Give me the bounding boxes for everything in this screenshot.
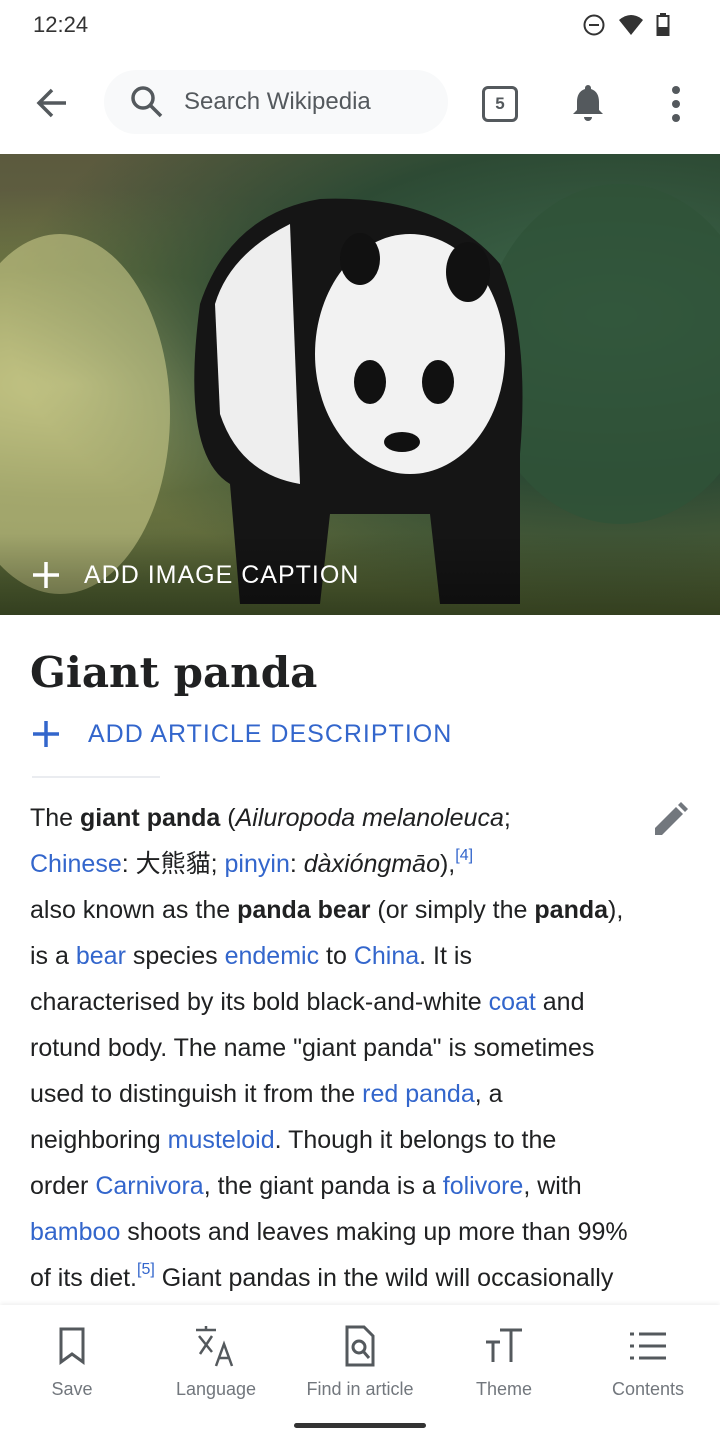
article-link[interactable]: red panda [362,1080,475,1108]
add-article-description-label: ADD ARTICLE DESCRIPTION [88,719,453,748]
save-button[interactable]: Save [0,1323,144,1400]
plus-icon [33,562,59,588]
article-link[interactable]: Chinese [30,850,122,878]
theme-button[interactable]: Theme [432,1323,576,1400]
search-placeholder: Search Wikipedia [184,88,371,115]
article-text: of its diet. [30,1264,137,1292]
article-text: ), [439,850,456,878]
article-text: rotund body. The name "giant panda" is s… [30,1034,595,1062]
article-link[interactable]: pinyin [225,850,290,878]
article-text: ( [220,804,236,832]
article-body: The giant panda (Ailuropoda melanoleuca;… [30,795,700,1301]
bold-text: panda bear [237,896,371,924]
tabs-button[interactable]: 5 [482,86,518,122]
lead-image[interactable]: ADD IMAGE CAPTION [0,154,720,615]
divider [32,776,160,778]
article-text: : 大熊貓; [121,850,225,878]
article-text: ; [503,804,511,832]
article-text: order [30,1172,96,1200]
bookmark-icon [59,1327,85,1365]
article-text: , with [523,1172,582,1200]
article-link[interactable]: endemic [225,942,320,970]
italic-text: Ailuropoda melanoleuca [235,804,504,832]
article-text: is a [30,942,76,970]
notifications-bell-icon[interactable] [570,82,606,122]
article-text: neighboring [30,1126,168,1154]
gesture-handle[interactable] [294,1423,426,1428]
add-article-description-button[interactable]: ADD ARTICLE DESCRIPTION [30,718,452,750]
search-input[interactable]: Search Wikipedia [104,70,448,134]
reference-link[interactable]: [4] [455,847,473,864]
bold-text: panda [534,896,609,924]
article-link[interactable]: folivore [443,1172,524,1200]
article-text: used to distinguish it from the [30,1080,363,1108]
list-icon [630,1332,666,1360]
article-link[interactable]: musteloid [168,1126,275,1154]
article-text: , a [474,1080,503,1108]
wifi-icon [619,15,643,35]
clock: 12:24 [33,12,89,37]
back-arrow-icon[interactable] [30,83,74,123]
article-link[interactable]: Carnivora [95,1172,203,1200]
article-link[interactable]: coat [489,988,536,1016]
article-text: . It is [419,942,472,970]
find-in-page-icon [345,1325,375,1367]
plus-icon [33,721,59,747]
article-text: Giant pandas in the wild will occasional… [154,1264,614,1292]
add-image-caption-button[interactable]: ADD IMAGE CAPTION [30,559,359,591]
toolbar: Search Wikipedia 5 [0,68,720,138]
find-in-article-button[interactable]: Find in article [288,1323,432,1400]
search-icon [131,86,163,118]
article-text: ), [608,896,624,924]
language-button[interactable]: Language [144,1323,288,1400]
article-text: species [125,942,225,970]
article-text: The [30,804,81,832]
italic-text: dàxióngmāo [303,850,440,878]
article-text: (or simply the [370,896,535,924]
article-text: and [535,988,585,1016]
page-title: Giant panda [30,648,318,697]
article-link[interactable]: bamboo [30,1218,120,1246]
bold-text: giant panda [80,804,221,832]
article-text: . Though it belongs to the [274,1126,557,1154]
more-options-icon[interactable] [664,84,688,124]
battery-icon [656,13,670,36]
article-link[interactable]: bear [76,942,126,970]
reference-link[interactable]: [5] [137,1261,155,1278]
article-text: : [289,850,304,878]
article-text: shoots and leaves making up more than 99… [120,1218,628,1246]
status-bar: 12:24 [0,0,720,52]
article-text: characterised by its bold black-and-whit… [30,988,489,1016]
translate-icon [196,1326,234,1367]
article-link[interactable]: China [354,942,419,970]
dnd-icon [583,14,605,36]
article-text: , the giant panda is a [203,1172,443,1200]
article-text: also known as the [30,896,238,924]
text-size-icon [486,1328,522,1362]
contents-button[interactable]: Contents [576,1323,720,1400]
article-text: to [319,942,354,970]
bottom-action-bar: Save Language Find in article Theme Cont… [0,1305,720,1440]
add-image-caption-label: ADD IMAGE CAPTION [84,560,360,589]
